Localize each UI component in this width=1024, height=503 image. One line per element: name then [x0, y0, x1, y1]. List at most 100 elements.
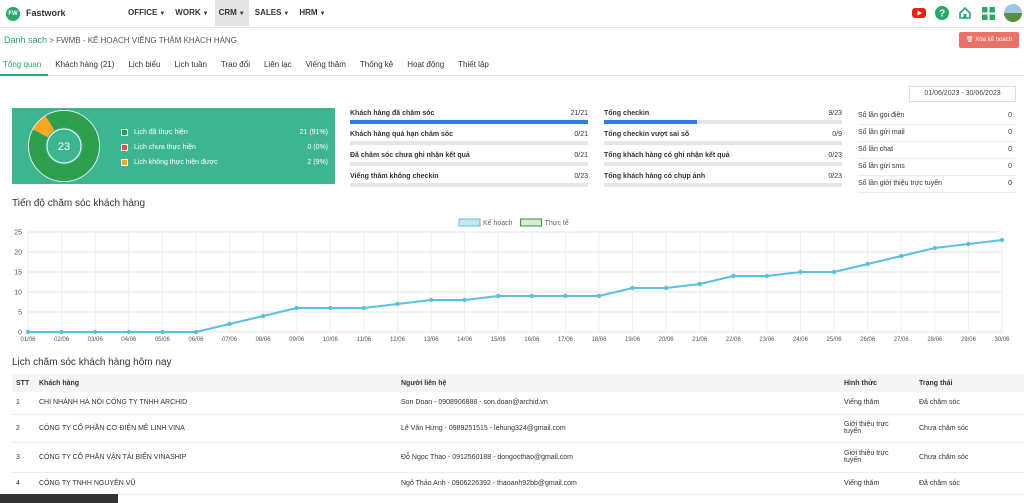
cell-stt: 2	[12, 414, 35, 443]
y-tick-label: 25	[14, 230, 22, 237]
y-tick-label: 5	[18, 310, 22, 317]
tab-discussion[interactable]: Trao đổi	[214, 56, 257, 76]
cell-stt: 3	[12, 442, 35, 473]
cell-customer[interactable]: CÔNG TY TNHH NGUYÊN VŨ	[35, 472, 397, 495]
data-point	[966, 241, 971, 247]
tab-settings[interactable]: Thiết lập	[451, 56, 496, 76]
nav-office[interactable]: OFFICE ▼	[124, 0, 169, 26]
tab-overview[interactable]: Tổng quan	[0, 56, 49, 76]
cell-contact: Ngô Thảo Anh - 0906226392 - thaoanh92bb@…	[397, 472, 840, 495]
data-point	[59, 329, 64, 335]
stat-row: Tổng checkin vượt sai số 0/9	[604, 128, 842, 149]
data-point	[529, 293, 534, 299]
fastwork-logo-icon[interactable]: FW	[6, 7, 20, 21]
tab-bar: Tổng quan Khách hàng (21) Lịch biểu Lịch…	[0, 56, 1024, 76]
date-range-picker[interactable]: 01/06/2023 - 30/06/2023	[909, 86, 1016, 102]
breadcrumb-current: FWMB - KẾ HOẠCH VIẾNG THĂM KHÁCH HÀNG	[56, 36, 237, 45]
tab-visits[interactable]: Viếng thăm	[299, 56, 353, 76]
data-point	[361, 305, 367, 311]
stat-value: 0/21	[574, 152, 588, 159]
header-status[interactable]: Trạng thái	[915, 374, 1024, 392]
legend-label-0: Kế hoạch	[483, 218, 513, 227]
cell-stt: 4	[12, 472, 35, 495]
header-type[interactable]: Hình thức	[840, 374, 915, 392]
legend-swatch	[121, 129, 128, 136]
legend-count: 2	[307, 159, 312, 166]
customer-stats: Khách hàng đã chăm sóc 21/21 Khách hàng q…	[350, 107, 588, 191]
cell-customer[interactable]: CÔNG TY CỔ PHẦN CƠ ĐIỆN MÊ LINH VINA	[35, 414, 397, 443]
nav-hrm[interactable]: HRM ▼	[295, 0, 329, 26]
contact-counters: Số lần gọi điện 0 Số lần gửi mail 0 Số lần…	[858, 108, 1016, 193]
youtube-icon[interactable]	[912, 6, 926, 20]
data-point	[932, 245, 938, 251]
header-customer[interactable]: Khách hàng	[35, 374, 397, 392]
data-point	[395, 301, 400, 307]
data-point	[630, 285, 635, 291]
x-tick-label: 02/06	[54, 337, 70, 343]
x-tick-label: 27/06	[894, 337, 910, 343]
y-tick-label: 10	[14, 290, 22, 297]
counter-label: Số lần gọi điện	[858, 112, 905, 119]
series-line-1	[28, 239, 1003, 333]
apps-grid-icon[interactable]	[981, 6, 995, 20]
nav-crm[interactable]: CRM ▼	[214, 0, 249, 26]
y-tick-label: 0	[18, 330, 22, 337]
stat-row: Viếng thăm không checkin 0/23	[350, 170, 588, 191]
counter-label: Số lần chat	[858, 146, 894, 153]
tab-customers[interactable]: Khách hàng (21)	[48, 56, 121, 76]
x-tick-label: 17/06	[558, 337, 574, 343]
x-tick-label: 05/06	[155, 337, 171, 343]
table-row[interactable]: 2 CÔNG TY CỔ PHẦN CƠ ĐIỆN MÊ LINH VINA Lê …	[12, 414, 1024, 443]
legend-done: Lịch đã thực hiện 21 (91%)	[121, 125, 328, 140]
caret-down-icon: ▼	[202, 11, 209, 17]
stat-label: Viếng thăm không checkin	[350, 173, 439, 180]
cell-customer[interactable]: CHI NHÁNH HÀ NỘI CÔNG TY TNHH ARCHID	[35, 392, 397, 415]
x-tick-label: 21/06	[692, 337, 708, 343]
avatar[interactable]	[1004, 4, 1022, 22]
progress-line-chart: Kế hoạch Thực tế 0 5 10 15 20 25 01/06 02/06 03/06…	[14, 218, 1010, 343]
stat-label: Tổng khách hàng có ghi nhận kết quả	[604, 152, 730, 159]
x-tick-label: 20/06	[659, 337, 675, 343]
home-icon[interactable]	[958, 6, 972, 20]
counter-value: 0	[1008, 163, 1012, 170]
breadcrumb-separator: >	[49, 36, 54, 45]
nav-work[interactable]: WORK ▼	[171, 0, 212, 26]
x-tick-label: 13/06	[424, 337, 440, 343]
cell-customer[interactable]: CÔNG TY CỔ PHẦN VẬN TẢI BIỂN VINASHIP	[35, 442, 397, 473]
table-row[interactable]: 3 CÔNG TY CỔ PHẦN VẬN TẢI BIỂN VINASHIP Đỗ…	[12, 442, 1024, 473]
counter-row: Số lần gửi mail 0	[858, 125, 1016, 142]
data-point	[697, 281, 702, 287]
stat-row: Đã chăm sóc chưa ghi nhận kết quả 0/21	[350, 149, 588, 170]
stat-row: Tổng khách hàng có chụp ảnh 0/23	[604, 170, 842, 191]
cell-status: Đã chăm sóc	[915, 392, 1024, 415]
schedule-summary-card: 23 Lịch đã thực hiện 21 (91%) Lịch chưa …	[12, 108, 335, 184]
tab-weekly[interactable]: Lịch tuần	[167, 56, 213, 76]
stat-value: 0/23	[828, 152, 842, 159]
stat-progress-fill	[604, 120, 698, 124]
data-point	[193, 329, 199, 335]
counter-label: Số lần gửi sms	[858, 163, 905, 170]
cell-status: Chưa chăm sóc	[915, 414, 1024, 443]
tab-contact[interactable]: Liên lạc	[257, 56, 299, 76]
stat-label: Tổng checkin	[604, 110, 650, 117]
help-icon[interactable]: ?	[935, 6, 949, 20]
delete-plan-button[interactable]: 🗑 Xóa kế hoạch	[959, 32, 1019, 48]
brand-name[interactable]: Fastwork	[26, 8, 66, 18]
tab-statistics[interactable]: Thống kê	[353, 56, 400, 76]
header-contact[interactable]: Người liên hệ	[397, 374, 840, 392]
x-tick-label: 15/06	[491, 337, 507, 343]
x-tick-label: 16/06	[524, 337, 540, 343]
table-row[interactable]: 1 CHI NHÁNH HÀ NỘI CÔNG TY TNHH ARCHID Son…	[12, 392, 1024, 415]
x-tick-label: 30/06	[994, 337, 1010, 343]
nav-sales[interactable]: SALES ▼	[251, 0, 294, 26]
tab-schedule[interactable]: Lịch biểu	[121, 56, 167, 76]
delete-plan-label: Xóa kế hoạch	[975, 37, 1012, 43]
stat-value: 0/21	[574, 131, 588, 138]
counter-row: Số lần gửi sms 0	[858, 159, 1016, 176]
breadcrumb-root-link[interactable]: Danh sách	[4, 35, 47, 45]
table-row[interactable]: 4 CÔNG TY TNHH NGUYÊN VŨ Ngô Thảo Anh - 09…	[12, 472, 1024, 495]
nav-office-label: OFFICE	[128, 8, 158, 17]
x-tick-label: 19/06	[625, 337, 641, 343]
x-tick-label: 23/06	[759, 337, 775, 343]
tab-activity[interactable]: Hoạt động	[400, 56, 451, 76]
